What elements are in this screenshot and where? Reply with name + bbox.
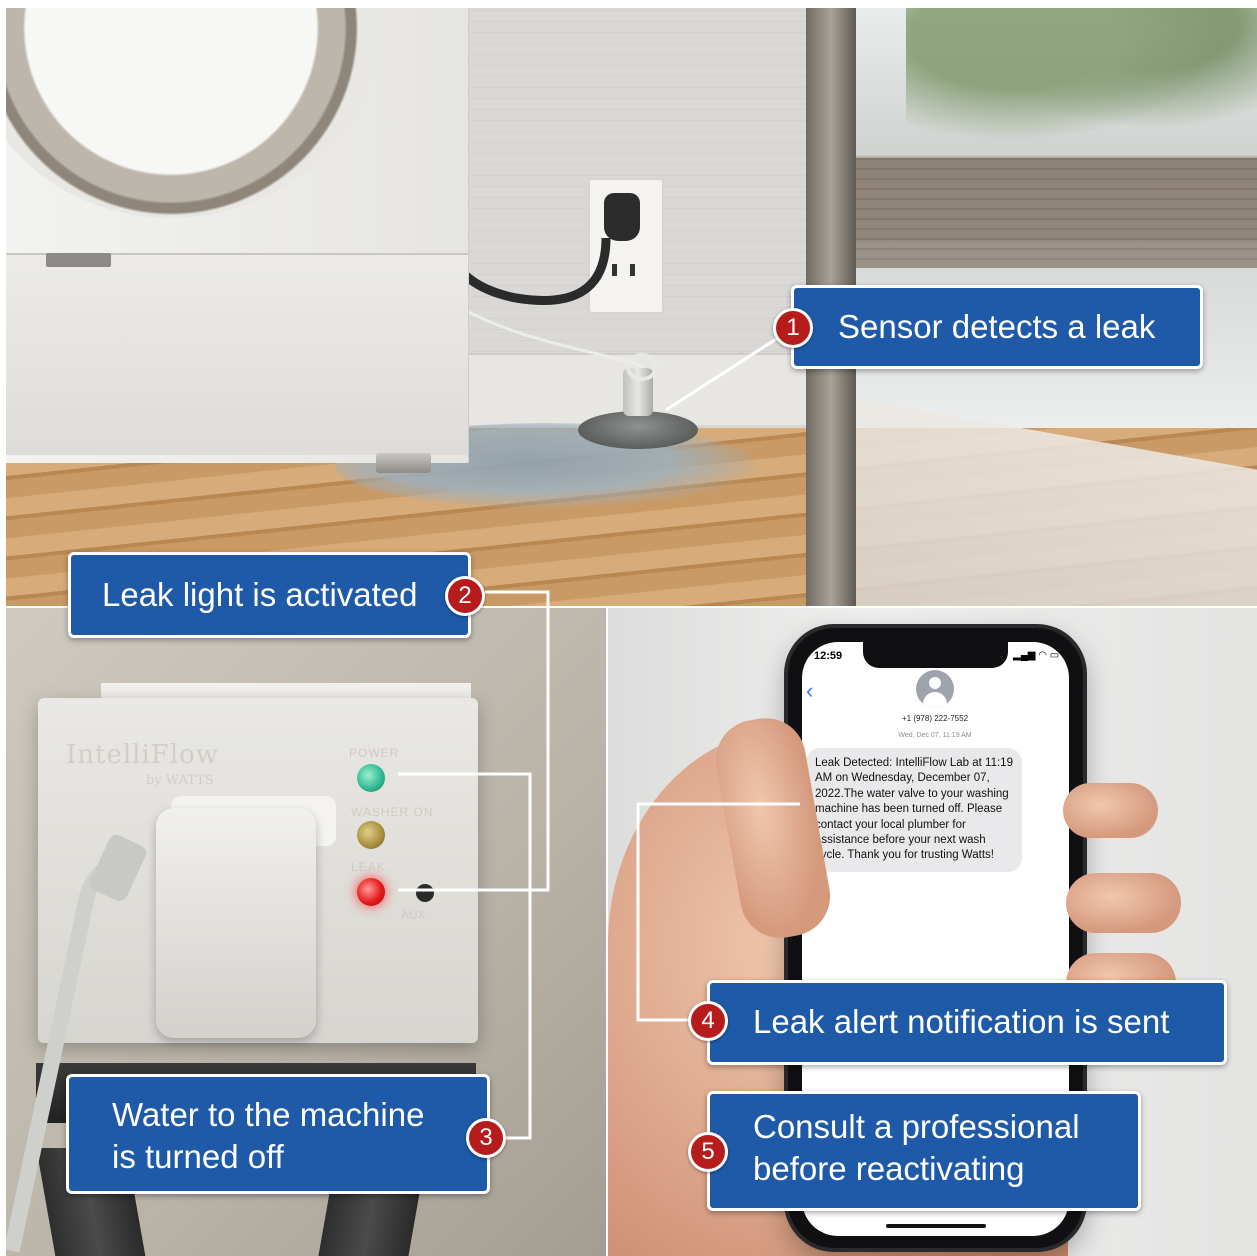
badge-5: 5 xyxy=(688,1132,728,1172)
callout-3-line2: is turned off xyxy=(112,1138,284,1175)
badge-3: 3 xyxy=(466,1118,506,1158)
badge-4: 4 xyxy=(688,1001,728,1041)
callout-2-text: Leak light is activated xyxy=(102,576,418,613)
callout-1-text: Sensor detects a leak xyxy=(838,308,1156,345)
badge-1: 1 xyxy=(773,308,813,348)
callout-consult-professional: Consult a professional before reactivati… xyxy=(707,1091,1141,1211)
callout-5-line2: before reactivating xyxy=(753,1150,1025,1187)
badge-2: 2 xyxy=(445,576,485,616)
callout-sensor-detects-leak: Sensor detects a leak xyxy=(791,285,1203,369)
callout-4-text: Leak alert notification is sent xyxy=(753,1003,1170,1040)
callout-leak-light-activated: Leak light is activated xyxy=(68,552,471,638)
callout-3-line1: Water to the machine xyxy=(112,1096,425,1133)
callout-5-line1: Consult a professional xyxy=(753,1108,1080,1145)
callout-water-turned-off: Water to the machine is turned off xyxy=(66,1074,490,1194)
callout-leak-alert-sent: Leak alert notification is sent xyxy=(707,980,1227,1065)
